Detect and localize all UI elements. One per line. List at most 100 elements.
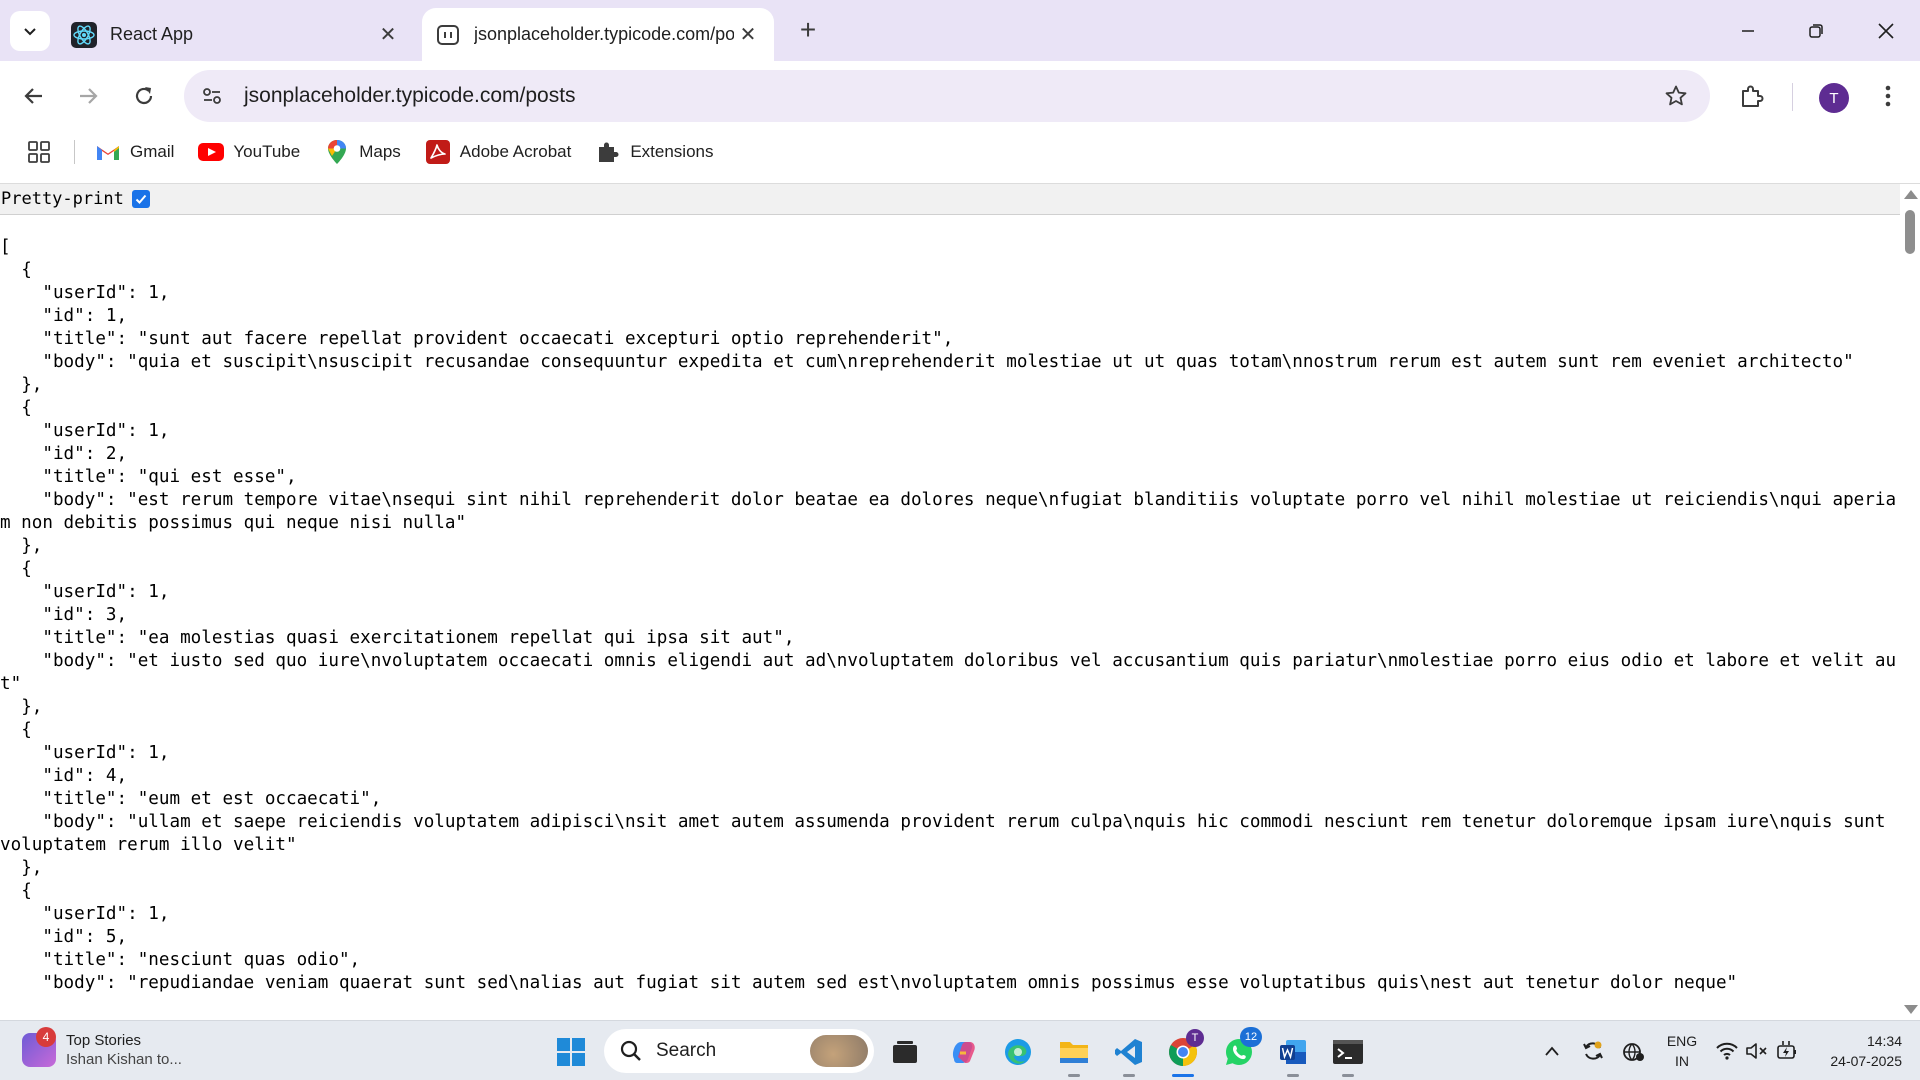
reload-icon [135, 87, 153, 105]
forward-button[interactable] [68, 76, 108, 116]
terminal-app[interactable] [1329, 1033, 1367, 1071]
site-info-icon[interactable] [194, 78, 230, 114]
bookmark-maps[interactable]: Maps [324, 140, 401, 164]
menu-button[interactable] [1868, 76, 1908, 116]
scroll-thumb[interactable] [1905, 210, 1915, 254]
network-globe-icon [1623, 1043, 1644, 1061]
page-scrollbar[interactable] [1900, 184, 1920, 1020]
acrobat-icon [425, 140, 451, 164]
scroll-down-arrow-icon[interactable] [1904, 1005, 1918, 1014]
bookmark-gmail[interactable]: Gmail [95, 140, 174, 164]
close-icon[interactable]: ✕ [374, 21, 402, 49]
tab-search-button[interactable] [10, 11, 50, 51]
wifi-icon [1716, 1042, 1738, 1060]
address-bar[interactable]: jsonplaceholder.typicode.com/posts [184, 70, 1710, 122]
bookmark-label: Gmail [130, 142, 175, 161]
whatsapp-badge: 12 [1240, 1027, 1262, 1047]
maps-icon [324, 140, 350, 164]
edge-app[interactable] [999, 1033, 1037, 1071]
new-tab-button[interactable]: + [792, 14, 824, 46]
back-button[interactable] [14, 76, 54, 116]
puzzle-icon [595, 140, 621, 164]
url-text[interactable]: jsonplaceholder.typicode.com/posts [244, 84, 1656, 108]
clock-date: 24-07-2025 [1830, 1053, 1902, 1069]
sync-tray-button[interactable] [1578, 1021, 1608, 1080]
json-response-body: [ { "userId": 1, "id": 1, "title": "sunt… [0, 237, 1897, 993]
news-widget[interactable]: 4 Top Stories Ishan Kishan to... [22, 1027, 182, 1069]
whatsapp-app[interactable]: 12 [1220, 1027, 1262, 1071]
gmail-icon [95, 140, 121, 164]
react-icon [70, 21, 98, 49]
extensions-button[interactable] [1732, 76, 1772, 116]
chevron-up-icon [1545, 1046, 1559, 1056]
search-placeholder: Search [656, 1040, 717, 1061]
clock-time: 14:34 [1866, 1033, 1902, 1049]
vpn-tray-button[interactable] [1618, 1021, 1648, 1080]
show-hidden-icons-button[interactable] [1536, 1021, 1568, 1080]
bookmark-adobe-acrobat[interactable]: Adobe Acrobat [425, 140, 572, 164]
browser-toolbar: jsonplaceholder.typicode.com/posts [0, 61, 1920, 131]
checkmark-icon [135, 194, 147, 204]
apps-grid-icon[interactable] [26, 139, 52, 165]
battery-tray-button[interactable] [1772, 1021, 1802, 1080]
bookmark-youtube[interactable]: YouTube [198, 140, 300, 164]
language-region: IN [1675, 1053, 1689, 1069]
profile-avatar[interactable]: T [1819, 83, 1849, 113]
copilot-app[interactable] [944, 1033, 982, 1071]
star-icon [1665, 85, 1687, 106]
minimize-icon [1742, 29, 1754, 32]
toolbar-divider [1792, 83, 1793, 111]
tab-jsonplaceholder[interactable]: jsonplaceholder.typicode.com/pos ✕ [422, 8, 774, 61]
kebab-menu-icon [1885, 85, 1891, 107]
close-window-button[interactable] [1852, 0, 1920, 61]
running-indicator [1342, 1074, 1354, 1077]
chrome-profile-badge: T [1186, 1029, 1204, 1047]
bookmark-label: YouTube [233, 142, 301, 161]
search-highlight-image [810, 1035, 868, 1067]
running-indicator [1068, 1074, 1080, 1077]
language-indicator[interactable]: ENG IN [1664, 1031, 1700, 1071]
wifi-tray-button[interactable] [1712, 1021, 1742, 1080]
file-explorer-app[interactable] [1055, 1033, 1093, 1071]
taskbar-search[interactable]: Search [604, 1029, 874, 1073]
chrome-app[interactable]: T [1164, 1029, 1204, 1071]
close-icon[interactable]: ✕ [734, 21, 762, 49]
youtube-icon [198, 140, 225, 164]
tab-title: jsonplaceholder.typicode.com/pos [474, 24, 734, 44]
pretty-print-checkbox[interactable] [131, 190, 150, 208]
scroll-up-arrow-icon[interactable] [1904, 190, 1918, 199]
vscode-app[interactable] [1110, 1033, 1148, 1071]
page-icon [434, 21, 462, 49]
news-badge: 4 [36, 1027, 56, 1047]
language-code: ENG [1666, 1033, 1698, 1049]
vscode-icon [1115, 1039, 1142, 1065]
tab-react-app[interactable]: React App ✕ [58, 8, 414, 61]
sync-icon [1583, 1041, 1603, 1060]
restore-icon [1809, 23, 1823, 38]
word-app[interactable] [1274, 1033, 1312, 1071]
minimize-button[interactable] [1714, 0, 1782, 61]
system-clock[interactable]: 14:34 24-07-2025 [1812, 1031, 1902, 1071]
bookmark-extensions[interactable]: Extensions [595, 140, 714, 164]
folder-icon [1060, 1042, 1088, 1063]
restore-button[interactable] [1782, 0, 1850, 61]
start-button[interactable] [552, 1033, 590, 1071]
reload-button[interactable] [124, 76, 164, 116]
bookmarks-separator [74, 140, 75, 164]
word-icon [1280, 1040, 1306, 1064]
tab-strip: React App ✕ jsonplaceholder.typicode.com… [0, 0, 1920, 61]
bookmark-label: Adobe Acrobat [459, 142, 572, 161]
chevron-down-icon [24, 28, 36, 36]
volume-tray-button[interactable] [1742, 1021, 1772, 1080]
running-indicator [1123, 1074, 1135, 1077]
bookmark-star-button[interactable] [1656, 76, 1696, 116]
bookmark-label: Extensions [630, 142, 714, 161]
arrow-left-icon [24, 88, 42, 104]
news-title: Top Stories [66, 1032, 142, 1049]
active-indicator [1172, 1074, 1194, 1077]
task-view-button[interactable] [886, 1033, 924, 1071]
task-view-icon [893, 1041, 917, 1063]
news-subtitle: Ishan Kishan to... [66, 1051, 182, 1068]
bookmarks-bar: Gmail YouTube Maps Adobe Acrobat Extensi… [0, 131, 1920, 173]
terminal-icon [1333, 1040, 1363, 1064]
